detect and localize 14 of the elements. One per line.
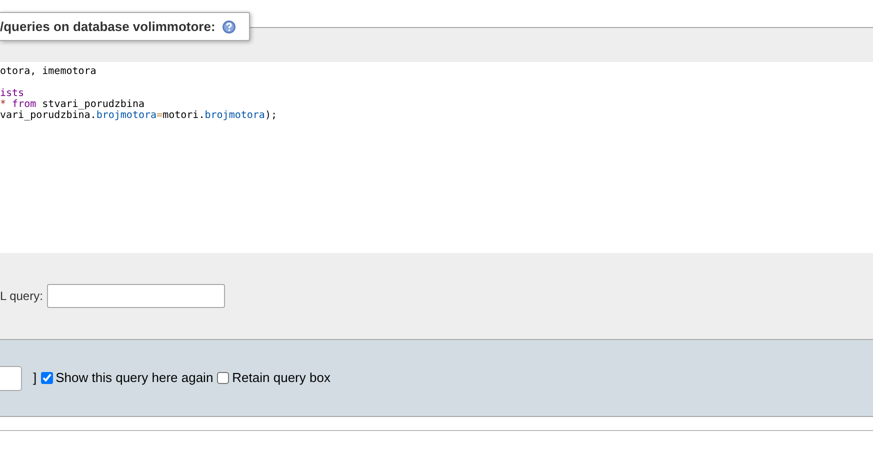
checkbox-label: Retain query box xyxy=(232,369,330,388)
checkbox[interactable] xyxy=(40,372,53,384)
code-line: * from stvari_porudzbina xyxy=(0,99,146,110)
bookmark-label: L query: xyxy=(0,288,43,305)
bracket-text: ] xyxy=(33,369,37,388)
code-line: vari_porudzbina.brojmotora=motori.brojmotora); xyxy=(0,110,278,121)
checkbox-label: Show this query here again xyxy=(56,369,214,388)
code-line: otora, imemotora xyxy=(0,66,98,77)
input-field[interactable] xyxy=(0,366,22,390)
input-field[interactable] xyxy=(46,284,225,308)
help-icon[interactable] xyxy=(222,20,236,34)
legend-title: /queries on database volimmotore: xyxy=(0,18,216,36)
checkbox[interactable] xyxy=(217,372,230,384)
code-line: ists xyxy=(0,88,26,99)
